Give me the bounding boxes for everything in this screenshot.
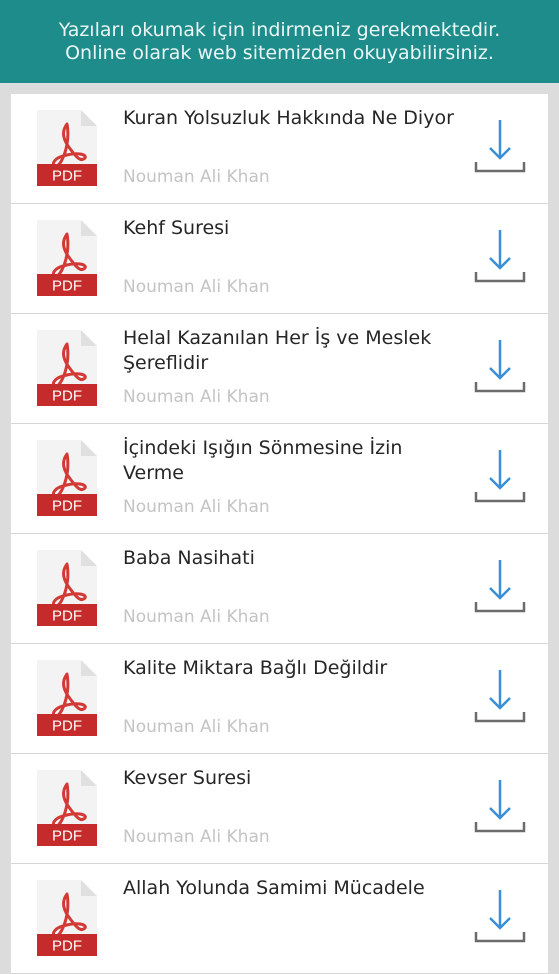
download-icon[interactable] [474,780,526,836]
pdf-file-icon: PDF [37,660,97,736]
item-title: Kevser Suresi [123,767,252,789]
download-icon[interactable] [474,340,526,396]
item-title: Kuran Yolsuzluk Hakkında Ne Diyor [123,107,454,129]
item-title: Helal Kazanılan Her İş ve Meslek Şerefli… [123,327,432,374]
list-item[interactable]: PDF İçindeki Işığın Sönmesine İzin Verme… [11,424,548,534]
item-author: Nouman Ali Khan [123,277,270,297]
list-item[interactable]: PDF Allah Yolunda Samimi Mücadele [11,864,548,974]
item-title: Kehf Suresi [123,217,230,239]
pdf-badge: PDF [52,278,82,295]
list-item[interactable]: PDF Helal Kazanılan Her İş ve Meslek Şer… [11,314,548,424]
item-author: Nouman Ali Khan [123,497,270,517]
pdf-badge: PDF [52,498,82,515]
list-item[interactable]: PDF Kehf Suresi Nouman Ali Khan [11,204,548,314]
banner-line-2: Online olarak web sitemizden okuyabilirs… [65,41,494,64]
pdf-file-icon: PDF [37,220,97,296]
item-author: Nouman Ali Khan [123,387,270,407]
item-author: Nouman Ali Khan [123,607,270,627]
list-item[interactable]: PDF Kuran Yolsuzluk Hakkında Ne Diyor No… [11,94,548,204]
pdf-file-icon: PDF [37,440,97,516]
item-title: Kalite Miktara Bağlı Değildir [123,657,388,679]
pdf-badge: PDF [52,718,82,735]
info-banner: Yazıları okumak için indirmeniz gerekmek… [0,0,559,83]
pdf-badge: PDF [52,388,82,405]
list-item[interactable]: PDF Kalite Miktara Bağlı Değildir Nouman… [11,644,548,754]
pdf-file-icon: PDF [37,110,97,186]
pdf-badge: PDF [52,608,82,625]
download-icon[interactable] [474,560,526,616]
pdf-file-icon: PDF [37,770,97,846]
download-icon[interactable] [474,450,526,506]
item-author: Nouman Ali Khan [123,827,270,847]
pdf-file-icon: PDF [37,550,97,626]
document-list: PDF Kuran Yolsuzluk Hakkında Ne Diyor No… [11,94,548,974]
item-title: Baba Nasihati [123,547,255,569]
download-icon[interactable] [474,230,526,286]
download-icon[interactable] [474,890,526,946]
item-author: Nouman Ali Khan [123,167,270,187]
download-icon[interactable] [474,670,526,726]
list-item[interactable]: PDF Kevser Suresi Nouman Ali Khan [11,754,548,864]
item-title: Allah Yolunda Samimi Mücadele [123,877,425,899]
list-item[interactable]: PDF Baba Nasihati Nouman Ali Khan [11,534,548,644]
item-author: Nouman Ali Khan [123,717,270,737]
pdf-badge: PDF [52,168,82,185]
pdf-file-icon: PDF [37,330,97,406]
item-title: İçindeki Işığın Sönmesine İzin Verme [123,437,403,484]
pdf-badge: PDF [52,828,82,845]
download-icon[interactable] [474,120,526,176]
pdf-file-icon: PDF [37,880,97,956]
pdf-badge: PDF [52,938,82,955]
banner-line-1: Yazıları okumak için indirmeniz gerekmek… [58,18,501,41]
